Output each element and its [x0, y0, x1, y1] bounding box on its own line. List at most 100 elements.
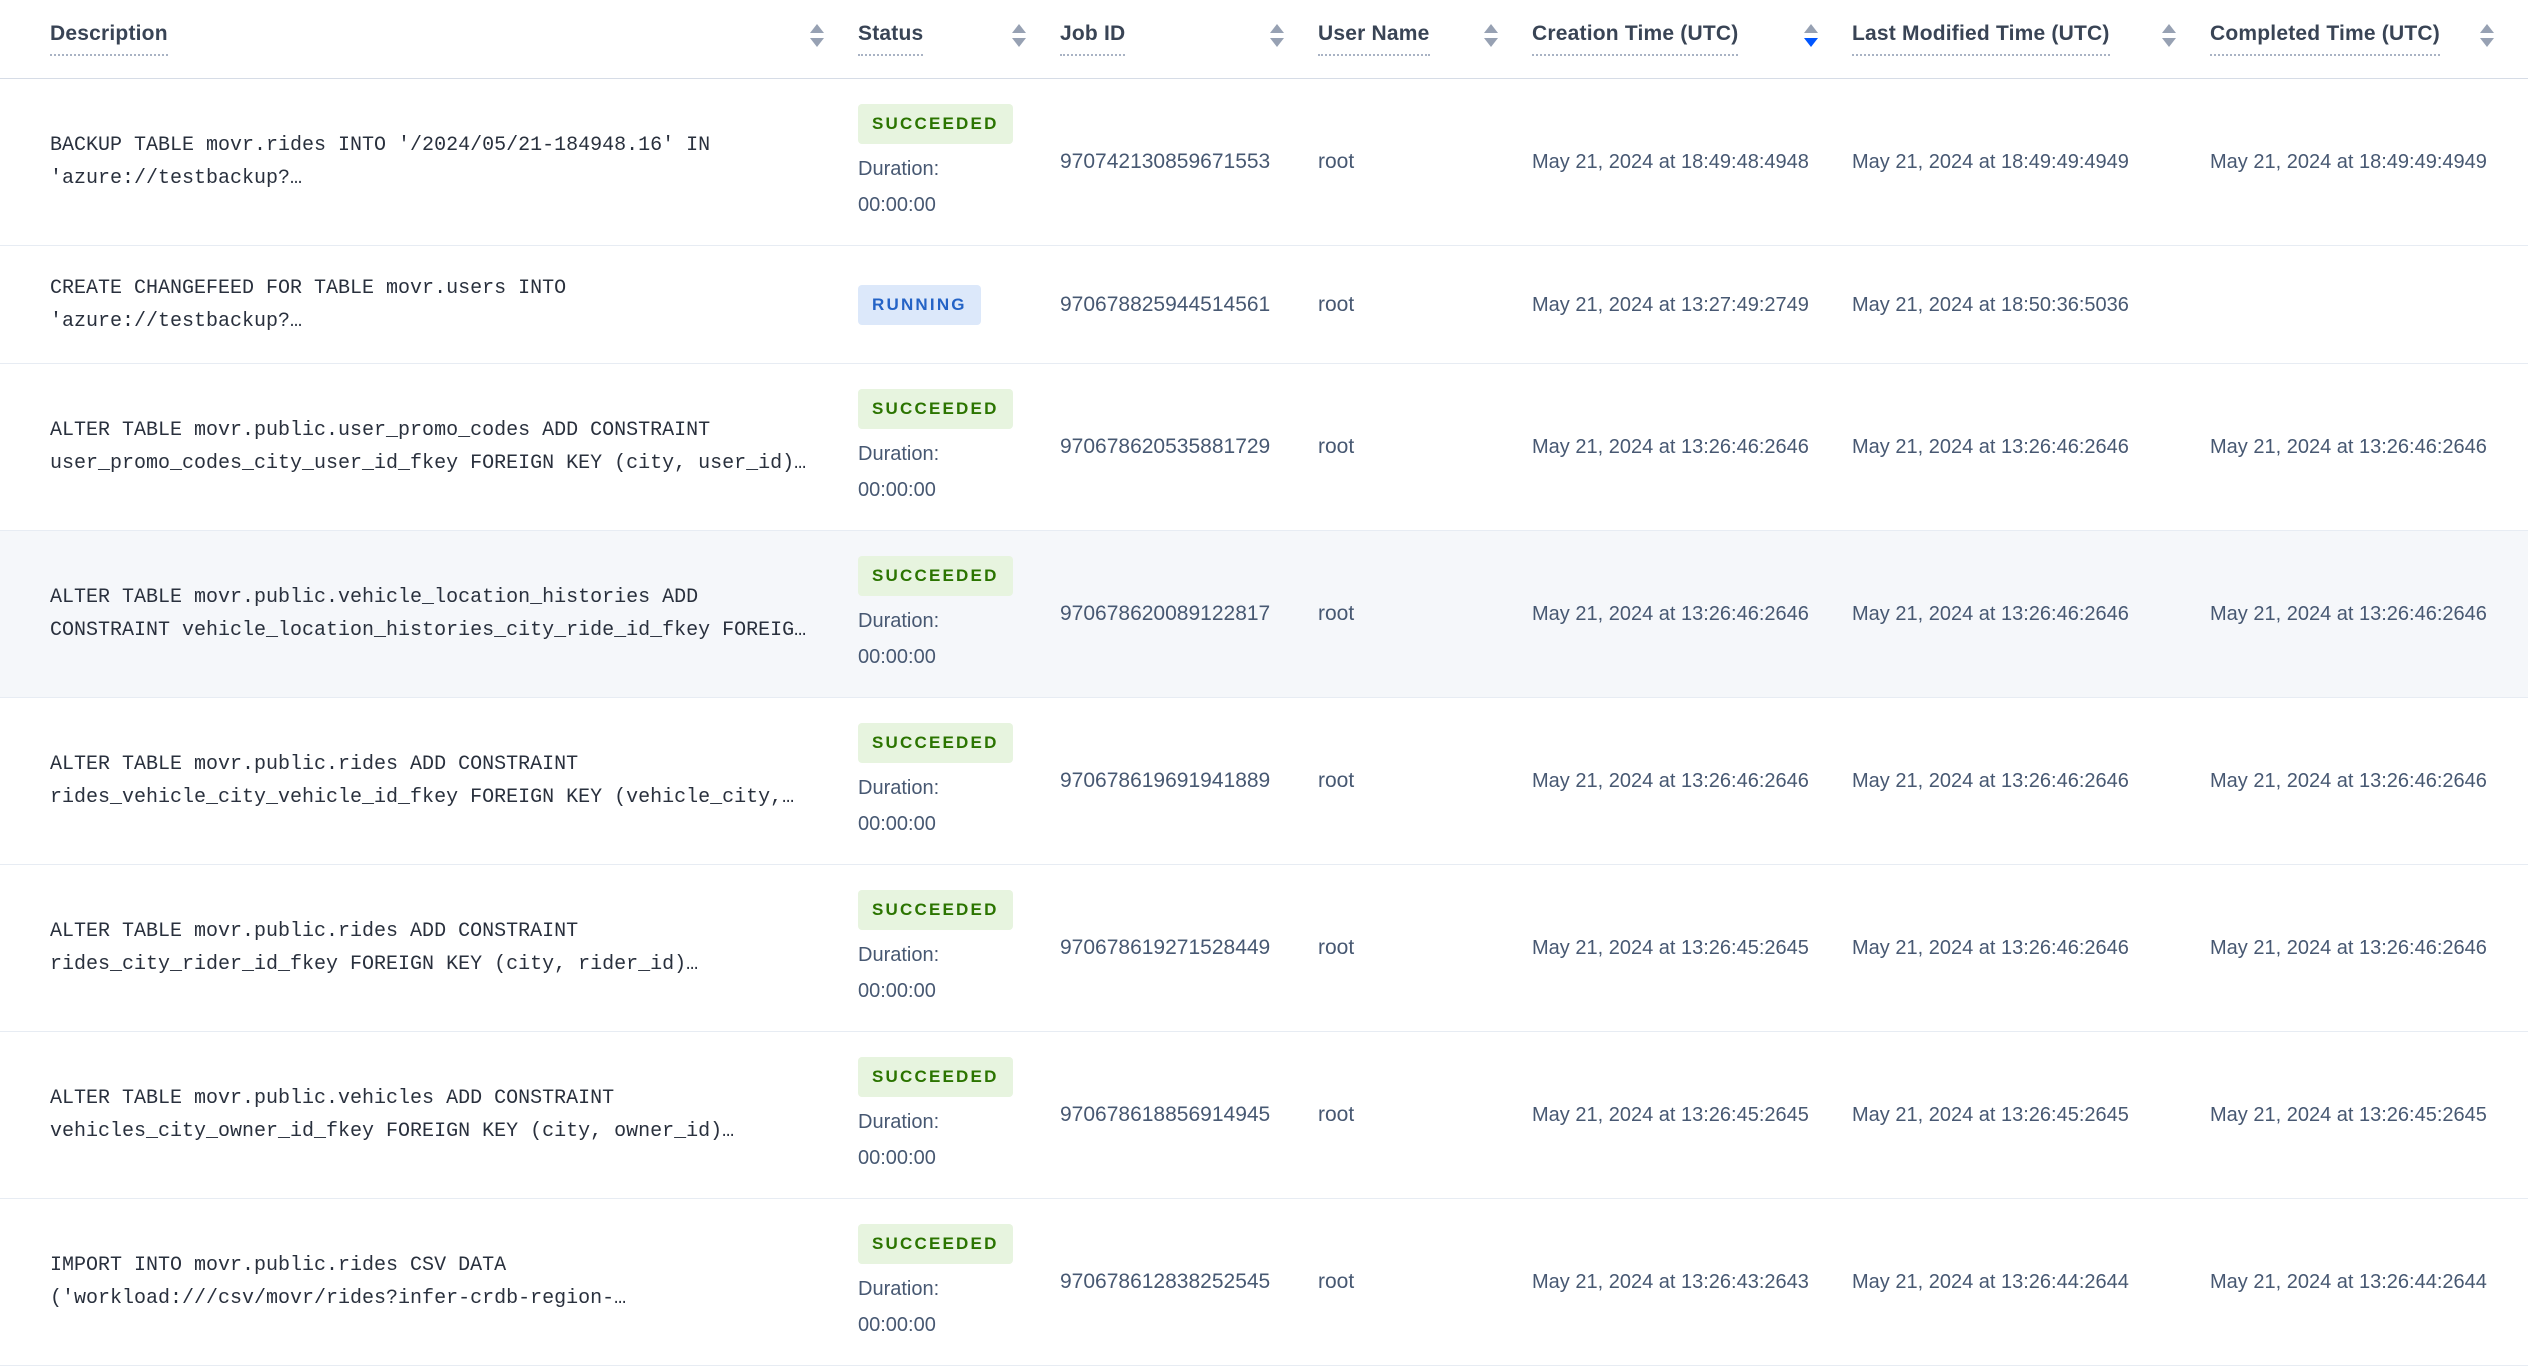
user-name: root	[1318, 936, 1355, 959]
last-modified-time: May 21, 2024 at 13:26:46:2646	[1852, 937, 2129, 959]
table-row[interactable]: IMPORT INTO movr.public.rides CSV DATA (…	[0, 1199, 2528, 1366]
creation-time: May 21, 2024 at 13:26:43:2643	[1532, 1271, 1809, 1293]
status-badge: SUCCEEDED	[858, 1224, 1013, 1264]
creation-time: May 21, 2024 at 13:26:45:2645	[1532, 937, 1809, 959]
table-row[interactable]: ALTER TABLE movr.public.vehicle_location…	[0, 531, 2528, 698]
duration-value: 00:00:00	[858, 646, 936, 668]
job-id: 970678825944514561	[1060, 292, 1271, 316]
sort-icon	[1270, 23, 1284, 47]
last-modified-time: May 21, 2024 at 18:50:36:5036	[1852, 293, 2129, 316]
last-modified-time: May 21, 2024 at 18:49:49:4949	[1852, 151, 2129, 173]
sort-icon	[810, 23, 824, 47]
column-header-description[interactable]: Description	[50, 22, 858, 56]
column-header-label: User Name	[1318, 22, 1430, 56]
job-status-cell: SUCCEEDED Duration: 00:00:00	[858, 389, 1060, 505]
job-id: 970742130859671553	[1060, 150, 1271, 173]
completed-time: May 21, 2024 at 18:49:49:4949	[2210, 151, 2487, 173]
job-status-cell: RUNNING	[858, 284, 1060, 325]
job-description[interactable]: ALTER TABLE movr.public.vehicles ADD CON…	[50, 1082, 858, 1148]
job-id: 970678619271528449	[1060, 936, 1271, 959]
header-row: Description Status Job ID User Name Crea…	[0, 0, 2528, 79]
column-header-label: Last Modified Time (UTC)	[1852, 22, 2110, 56]
creation-time: May 21, 2024 at 13:26:46:2646	[1532, 603, 1809, 625]
column-header-last_modified_time[interactable]: Last Modified Time (UTC)	[1852, 22, 2210, 56]
sort-icon	[1804, 23, 1818, 47]
status-badge: SUCCEEDED	[858, 1057, 1013, 1097]
duration-label: Duration:	[858, 443, 940, 465]
sort-asc-arrow-icon	[2480, 23, 2494, 33]
creation-time: May 21, 2024 at 13:26:45:2645	[1532, 1104, 1809, 1126]
job-description[interactable]: ALTER TABLE movr.public.vehicle_location…	[50, 581, 858, 647]
job-status-cell: SUCCEEDED Duration: 00:00:00	[858, 104, 1060, 220]
column-header-completed_time[interactable]: Completed Time (UTC)	[2210, 22, 2528, 56]
sort-asc-arrow-icon	[2162, 23, 2176, 33]
job-id: 970678618856914945	[1060, 1103, 1271, 1126]
duration-label: Duration:	[858, 1278, 940, 1300]
table-row[interactable]: ALTER TABLE movr.public.user_promo_codes…	[0, 364, 2528, 531]
duration-value: 00:00:00	[858, 980, 936, 1002]
completed-time: May 21, 2024 at 13:26:46:2646	[2210, 770, 2487, 792]
job-id: 970678612838252545	[1060, 1270, 1271, 1293]
duration-label: Duration:	[858, 944, 940, 966]
job-status-cell: SUCCEEDED Duration: 00:00:00	[858, 1057, 1060, 1173]
sort-desc-arrow-icon	[1804, 37, 1818, 47]
sort-asc-arrow-icon	[1012, 23, 1026, 33]
last-modified-time: May 21, 2024 at 13:26:44:2644	[1852, 1271, 2129, 1293]
completed-time: May 21, 2024 at 13:26:46:2646	[2210, 937, 2487, 959]
duration-label: Duration:	[858, 610, 940, 632]
column-header-creation_time[interactable]: Creation Time (UTC)	[1532, 22, 1852, 56]
column-header-label: Creation Time (UTC)	[1532, 22, 1739, 56]
completed-time: May 21, 2024 at 13:26:46:2646	[2210, 436, 2487, 458]
user-name: root	[1318, 769, 1355, 792]
status-badge: SUCCEEDED	[858, 104, 1013, 144]
last-modified-time: May 21, 2024 at 13:26:46:2646	[1852, 770, 2129, 792]
table-row[interactable]: ALTER TABLE movr.public.rides ADD CONSTR…	[0, 865, 2528, 1032]
job-description[interactable]: ALTER TABLE movr.public.user_promo_codes…	[50, 414, 858, 480]
job-id: 970678620089122817	[1060, 602, 1271, 625]
table-row[interactable]: ALTER TABLE movr.public.vehicles ADD CON…	[0, 1032, 2528, 1199]
table-row[interactable]: BACKUP TABLE movr.rides INTO '/2024/05/2…	[0, 79, 2528, 246]
job-description[interactable]: ALTER TABLE movr.public.rides ADD CONSTR…	[50, 748, 858, 814]
status-badge: SUCCEEDED	[858, 556, 1013, 596]
duration-label: Duration:	[858, 158, 940, 180]
sort-asc-arrow-icon	[1484, 23, 1498, 33]
user-name: root	[1318, 435, 1355, 458]
duration-label: Duration:	[858, 777, 940, 799]
column-header-status[interactable]: Status	[858, 22, 1060, 56]
sort-desc-arrow-icon	[2480, 37, 2494, 47]
duration-value: 00:00:00	[858, 1314, 936, 1336]
sort-desc-arrow-icon	[1270, 37, 1284, 47]
jobs-table: Description Status Job ID User Name Crea…	[0, 0, 2528, 1366]
column-header-user_name[interactable]: User Name	[1318, 22, 1532, 56]
duration-value: 00:00:00	[858, 194, 936, 216]
duration-value: 00:00:00	[858, 479, 936, 501]
completed-time: May 21, 2024 at 13:26:45:2645	[2210, 1104, 2487, 1126]
job-description[interactable]: CREATE CHANGEFEED FOR TABLE movr.users I…	[50, 272, 858, 338]
column-header-label: Completed Time (UTC)	[2210, 22, 2440, 56]
status-badge: SUCCEEDED	[858, 723, 1013, 763]
duration-value: 00:00:00	[858, 1147, 936, 1169]
user-name: root	[1318, 1103, 1355, 1126]
duration-label: Duration:	[858, 1111, 940, 1133]
job-description[interactable]: IMPORT INTO movr.public.rides CSV DATA (…	[50, 1249, 858, 1315]
creation-time: May 21, 2024 at 13:27:49:2749	[1532, 293, 1809, 316]
job-description[interactable]: ALTER TABLE movr.public.rides ADD CONSTR…	[50, 915, 858, 981]
user-name: root	[1318, 1270, 1355, 1293]
sort-icon	[1012, 23, 1026, 47]
job-status-cell: SUCCEEDED Duration: 00:00:00	[858, 890, 1060, 1006]
status-badge: RUNNING	[858, 284, 981, 325]
sort-asc-arrow-icon	[1270, 23, 1284, 33]
creation-time: May 21, 2024 at 13:26:46:2646	[1532, 770, 1809, 792]
job-description[interactable]: BACKUP TABLE movr.rides INTO '/2024/05/2…	[50, 129, 858, 195]
table-row[interactable]: ALTER TABLE movr.public.rides ADD CONSTR…	[0, 698, 2528, 865]
last-modified-time: May 21, 2024 at 13:26:45:2645	[1852, 1104, 2129, 1126]
user-name: root	[1318, 602, 1355, 625]
column-header-label: Description	[50, 22, 168, 56]
last-modified-time: May 21, 2024 at 13:26:46:2646	[1852, 603, 2129, 625]
sort-desc-arrow-icon	[1012, 37, 1026, 47]
table-row[interactable]: CREATE CHANGEFEED FOR TABLE movr.users I…	[0, 246, 2528, 364]
sort-asc-arrow-icon	[1804, 23, 1818, 33]
creation-time: May 21, 2024 at 13:26:46:2646	[1532, 436, 1809, 458]
column-header-job_id[interactable]: Job ID	[1060, 22, 1318, 56]
completed-time: May 21, 2024 at 13:26:46:2646	[2210, 603, 2487, 625]
